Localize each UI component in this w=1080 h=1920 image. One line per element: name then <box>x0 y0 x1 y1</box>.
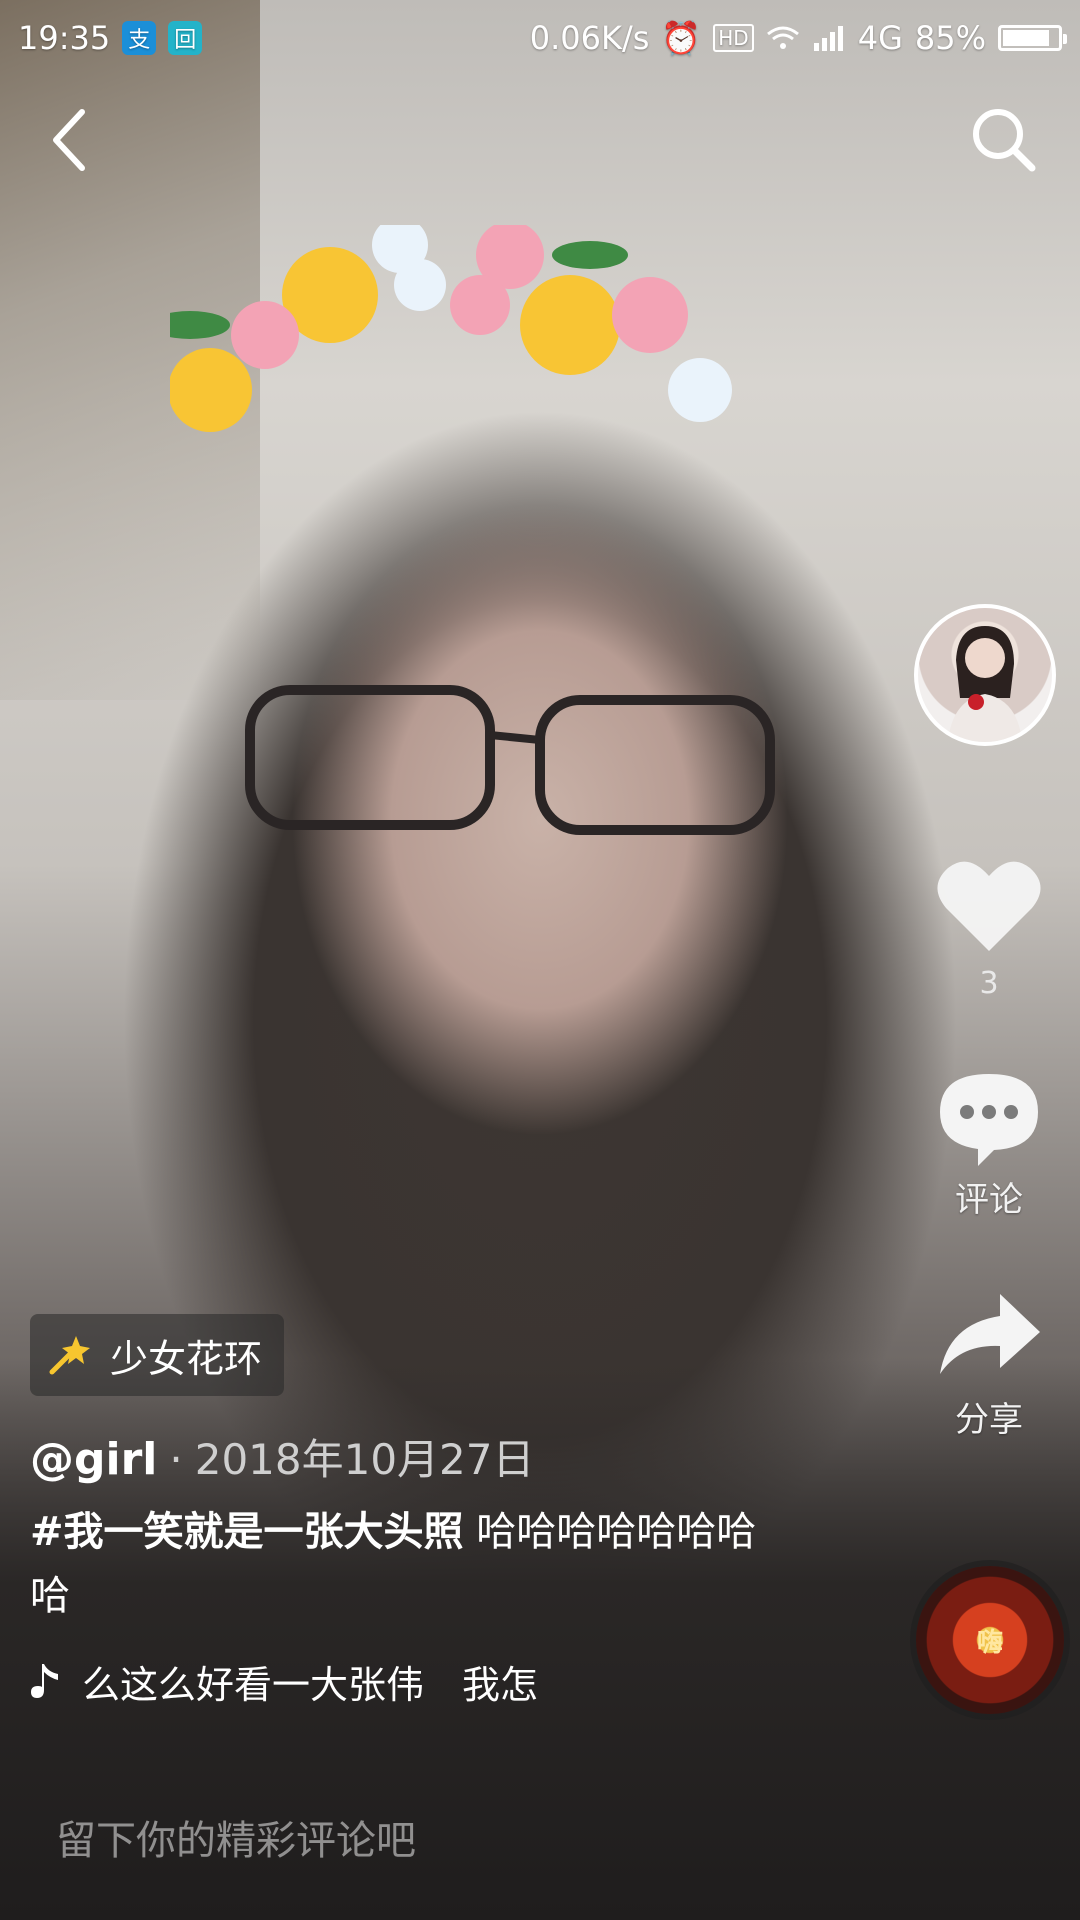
comment-input[interactable]: 留下你的精彩评论吧 <box>56 1808 416 1866</box>
glasses <box>245 685 775 835</box>
battery-fill <box>1003 30 1049 46</box>
comment-button[interactable]: 评论 <box>924 1068 1054 1221</box>
music-info[interactable]: 么这么好看一大张伟 我怎 <box>30 1654 538 1709</box>
status-bar: 19:35 支 回 0.06K/s ⏰ HD 4G 85% <box>0 0 1080 76</box>
battery-icon <box>998 25 1067 51</box>
network-type: 4G <box>857 19 903 57</box>
share-button[interactable]: 分享 <box>924 1288 1054 1441</box>
music-title: 么这么好看一大张伟 我怎 <box>82 1663 539 1707</box>
alipay-icon: 支 <box>122 21 157 55</box>
author-line: @girl · 2018年10月27日 <box>30 1426 535 1487</box>
comment-label: 评论 <box>955 1180 1023 1220</box>
signal-icon <box>813 26 843 51</box>
search-icon <box>973 109 1036 172</box>
back-button[interactable] <box>40 100 100 180</box>
video-description: #我一笑就是一张大头照 哈哈哈哈哈哈哈哈 <box>30 1500 790 1628</box>
effect-tag[interactable]: 少女花环 <box>30 1314 285 1396</box>
like-count: 3 <box>979 966 999 1001</box>
clock: 19:35 <box>18 19 111 57</box>
post-date: 2018年10月27日 <box>194 1435 535 1484</box>
sparkle-wand-icon <box>49 1336 90 1375</box>
share-arrow-icon <box>940 1294 1040 1374</box>
separator-dot: · <box>169 1435 183 1484</box>
comment-bubble-icon <box>940 1074 1038 1166</box>
network-speed: 0.06K/s <box>529 19 650 57</box>
effect-name: 少女花环 <box>110 1336 263 1381</box>
battery-percent: 85% <box>914 19 986 57</box>
back-arrow-icon <box>53 109 85 171</box>
disc-label: 嗨 <box>976 1628 1003 1658</box>
scan-icon: 回 <box>168 21 203 55</box>
author-avatar[interactable] <box>914 604 1056 746</box>
heart-icon <box>937 861 1041 951</box>
share-label: 分享 <box>955 1400 1023 1440</box>
avatar-image <box>948 626 1022 742</box>
wifi-icon <box>766 26 799 49</box>
search-button[interactable] <box>964 100 1044 180</box>
alarm-icon: ⏰ <box>661 19 702 57</box>
like-button[interactable]: 3 <box>934 856 1044 1001</box>
music-disc[interactable]: 嗨 <box>916 1566 1064 1714</box>
flower-wreath-effect <box>170 225 732 432</box>
hashtag-link[interactable]: #我一笑就是一张大头照 <box>30 1509 464 1555</box>
author-name[interactable]: @girl <box>30 1434 157 1485</box>
music-note-icon <box>31 1663 58 1698</box>
hd-icon: HD <box>713 24 754 52</box>
